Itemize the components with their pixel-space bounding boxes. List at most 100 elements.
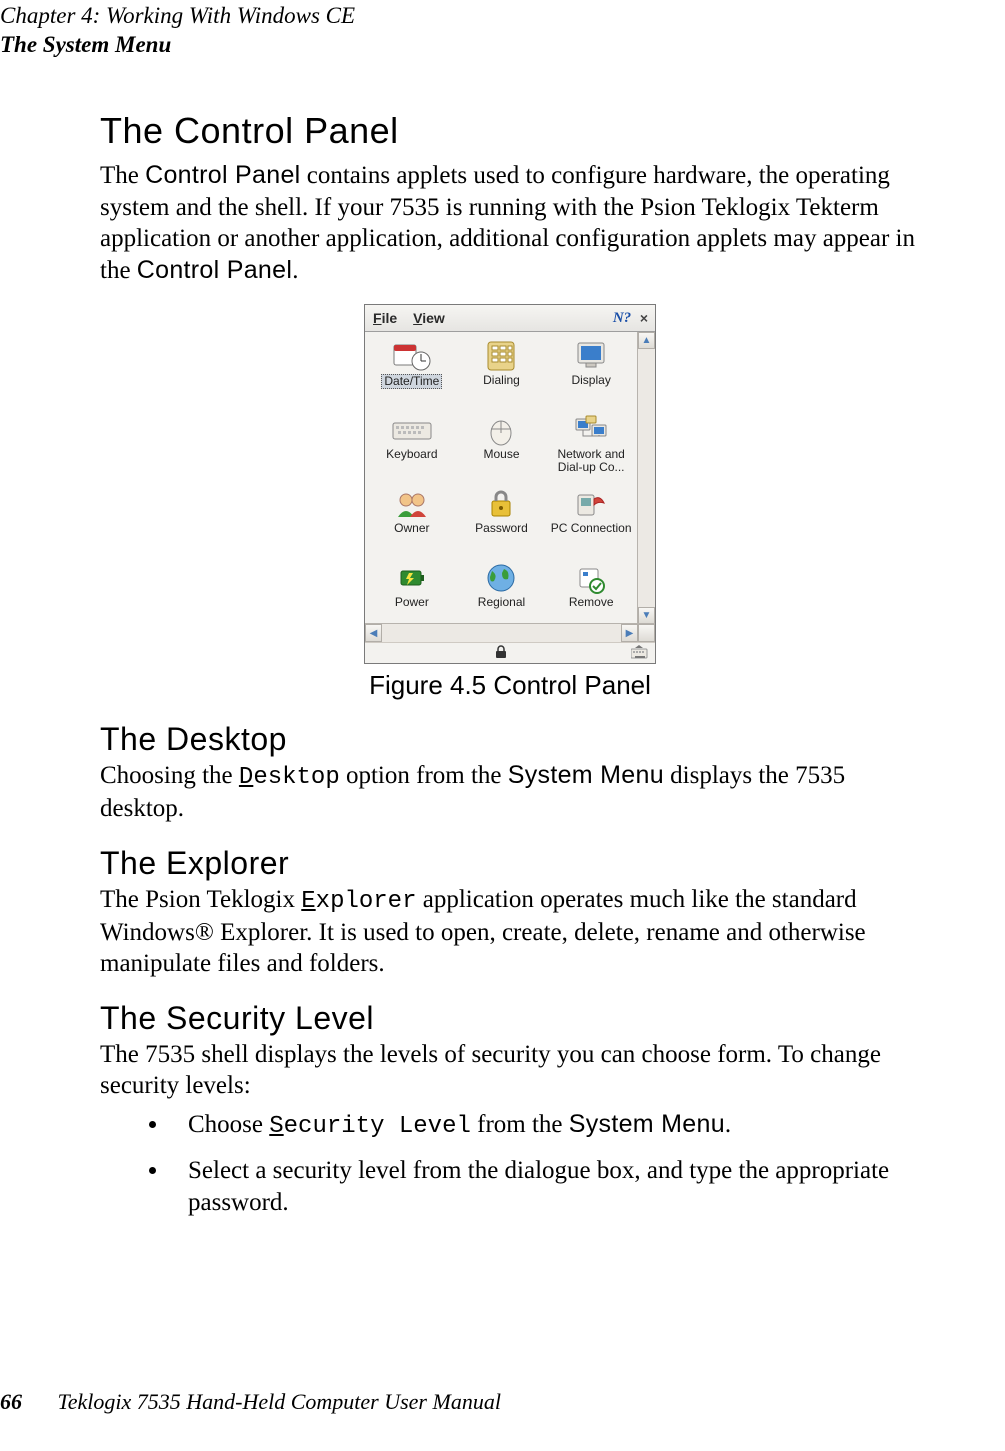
text: . bbox=[725, 1111, 731, 1138]
text: xplorer bbox=[316, 888, 417, 915]
ui-term-system-menu-1: System Menu bbox=[508, 761, 664, 789]
list-item: Choose Security Level from the System Me… bbox=[170, 1108, 920, 1143]
scroll-down-icon[interactable]: ▼ bbox=[638, 607, 655, 624]
para-control-panel: The Control Panel contains applets used … bbox=[100, 160, 920, 286]
running-header: Chapter 4: Working With Windows CE The S… bbox=[0, 2, 355, 60]
scroll-up-icon[interactable]: ▲ bbox=[638, 332, 655, 349]
display-icon bbox=[570, 338, 612, 374]
applet-label: PC Connection bbox=[551, 522, 632, 535]
applet-pc-connection[interactable]: PC Connection bbox=[546, 484, 636, 558]
ui-term-control-panel-2: Control Panel bbox=[137, 256, 292, 284]
control-panel-body: Date/Time bbox=[365, 332, 655, 642]
mono-security-level: Security Level bbox=[269, 1113, 471, 1140]
dialing-icon bbox=[480, 338, 522, 374]
text: Choose bbox=[188, 1111, 269, 1138]
page-number: 66 bbox=[0, 1389, 22, 1414]
scroll-right-icon[interactable]: ▶ bbox=[621, 624, 638, 642]
heading-desktop: The Desktop bbox=[100, 721, 920, 758]
text: The Psion Teklogix bbox=[100, 886, 301, 913]
applet-display[interactable]: Display bbox=[546, 336, 636, 410]
control-panel-grid: Date/Time bbox=[365, 332, 638, 624]
applet-label: Remove bbox=[569, 596, 614, 609]
password-icon bbox=[480, 486, 522, 522]
applet-label: Owner bbox=[394, 522, 429, 535]
mnemonic: D bbox=[239, 764, 253, 791]
header-chapter: Chapter 4: Working With Windows CE bbox=[0, 2, 355, 31]
applet-date-time[interactable]: Date/Time bbox=[367, 336, 457, 410]
network-icon bbox=[570, 412, 612, 448]
applet-network[interactable]: Network and Dial-up Co... bbox=[546, 410, 636, 484]
figure-caption: Figure 4.5 Control Panel bbox=[100, 670, 920, 701]
ui-term-system-menu-2: System Menu bbox=[569, 1110, 725, 1138]
ui-term-control-panel-1: Control Panel bbox=[145, 161, 300, 189]
footer-title: Teklogix 7535 Hand-Held Computer User Ma… bbox=[58, 1389, 501, 1414]
applet-label: Display bbox=[571, 374, 610, 387]
mnemonic: E bbox=[301, 888, 315, 915]
text: ecurity Level bbox=[284, 1113, 471, 1140]
applet-label: Network and Dial-up Co... bbox=[549, 448, 633, 474]
date-time-icon bbox=[391, 338, 433, 374]
menubar: File View N? × bbox=[365, 305, 655, 332]
mouse-icon bbox=[480, 412, 522, 448]
regional-icon bbox=[480, 560, 522, 596]
text: option from the bbox=[340, 762, 508, 789]
header-section: The System Menu bbox=[0, 31, 355, 60]
applet-keyboard[interactable]: Keyboard bbox=[367, 410, 457, 484]
text: ile bbox=[382, 310, 398, 326]
applet-label: Regional bbox=[478, 596, 525, 609]
menu-file[interactable]: File bbox=[365, 310, 405, 326]
page-footer: 66 Teklogix 7535 Hand-Held Computer User… bbox=[0, 1389, 501, 1415]
mnemonic: F bbox=[373, 310, 382, 326]
owner-icon bbox=[391, 486, 433, 522]
pc-connection-icon bbox=[570, 486, 612, 522]
applet-label: Password bbox=[475, 522, 528, 535]
applet-label: Power bbox=[395, 596, 429, 609]
menu-view[interactable]: View bbox=[405, 310, 453, 326]
text: N? bbox=[613, 310, 631, 326]
applet-mouse[interactable]: Mouse bbox=[457, 410, 547, 484]
close-icon[interactable]: × bbox=[633, 310, 655, 326]
applet-label: Keyboard bbox=[386, 448, 437, 461]
scroll-corner bbox=[638, 624, 655, 642]
page: Chapter 4: Working With Windows CE The S… bbox=[0, 0, 1005, 1451]
applet-label: Dialing bbox=[483, 374, 520, 387]
control-panel-grid-wrap: Date/Time bbox=[365, 332, 638, 624]
status-bar bbox=[365, 642, 655, 663]
scrollbar-vertical[interactable]: ▲ ▼ bbox=[637, 332, 655, 624]
help-icon[interactable]: N? bbox=[611, 310, 633, 327]
text: . bbox=[292, 257, 298, 284]
applet-label: Mouse bbox=[483, 448, 519, 461]
applet-owner[interactable]: Owner bbox=[367, 484, 457, 558]
text: Choosing the bbox=[100, 762, 239, 789]
bullet-list: Choose Security Level from the System Me… bbox=[100, 1108, 920, 1219]
heading-explorer: The Explorer bbox=[100, 845, 920, 882]
applet-regional[interactable]: Regional bbox=[457, 558, 547, 624]
mnemonic: V bbox=[413, 310, 422, 326]
power-icon bbox=[391, 560, 433, 596]
text: esktop bbox=[253, 764, 339, 791]
control-panel-window: File View N? × bbox=[364, 304, 656, 664]
text: iew bbox=[422, 310, 445, 326]
heading-security-level: The Security Level bbox=[100, 1000, 920, 1037]
heading-control-panel: The Control Panel bbox=[100, 110, 920, 152]
para-explorer: The Psion Teklogix Explorer application … bbox=[100, 884, 920, 980]
text: The bbox=[100, 162, 145, 189]
figure-control-panel: File View N? × bbox=[100, 304, 920, 701]
para-desktop: Choosing the Desktop option from the Sys… bbox=[100, 760, 920, 825]
mono-desktop: Desktop bbox=[239, 764, 340, 791]
page-content: The Control Panel The Control Panel cont… bbox=[100, 110, 920, 1231]
applet-dialing[interactable]: Dialing bbox=[457, 336, 547, 410]
remove-icon bbox=[570, 560, 612, 596]
scroll-left-icon[interactable]: ◀ bbox=[365, 624, 382, 642]
para-security: The 7535 shell displays the levels of se… bbox=[100, 1039, 920, 1102]
applet-remove[interactable]: Remove bbox=[546, 558, 636, 624]
applet-password[interactable]: Password bbox=[457, 484, 547, 558]
text: from the bbox=[471, 1111, 569, 1138]
mnemonic: S bbox=[269, 1113, 283, 1140]
applet-power[interactable]: Power bbox=[367, 558, 457, 624]
keyboard-icon bbox=[391, 412, 433, 448]
scrollbar-horizontal[interactable]: ◀ ▶ bbox=[365, 623, 655, 642]
sip-icon[interactable] bbox=[631, 645, 649, 662]
mono-explorer: Explorer bbox=[301, 888, 416, 915]
lock-icon bbox=[495, 645, 507, 662]
